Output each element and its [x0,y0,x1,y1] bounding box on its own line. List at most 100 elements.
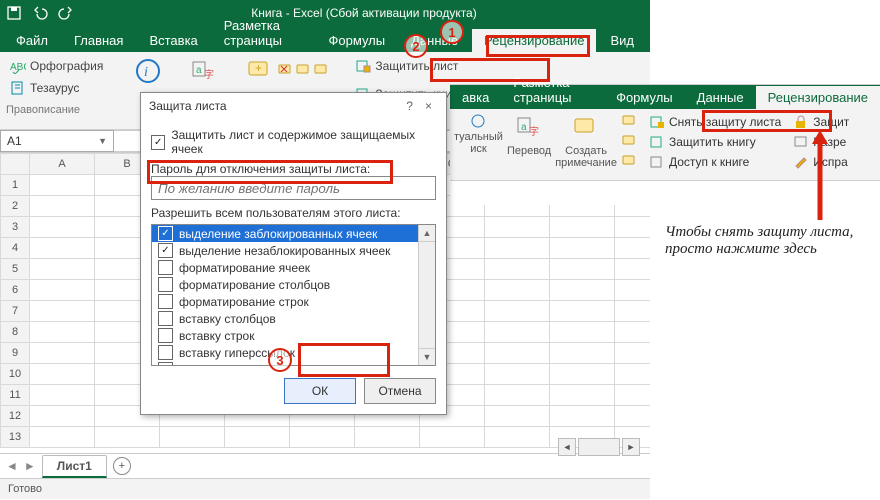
protect-workbook-button-2[interactable]: Защитить книгу [647,133,783,151]
cell[interactable] [615,238,651,259]
cell[interactable] [615,259,651,280]
scroll-down-icon[interactable]: ▼ [419,348,435,365]
cell[interactable] [30,238,95,259]
permission-item[interactable]: вставку строк [152,327,419,344]
cell[interactable] [550,259,615,280]
cell[interactable] [30,343,95,364]
checkbox-icon[interactable] [158,345,173,360]
sheet-tab-active[interactable]: Лист1 [42,455,107,478]
row-header[interactable]: 6 [1,280,30,301]
permission-item[interactable]: форматирование ячеек [152,259,419,276]
row-header[interactable]: 7 [1,301,30,322]
cell[interactable] [485,385,550,406]
sheet-nav-next-icon[interactable]: ► [24,459,36,473]
unprotect-sheet-button[interactable]: Снять защиту листа [647,113,783,131]
cell[interactable] [615,301,651,322]
new-comment-2[interactable]: Создать примечание [555,113,617,169]
checkbox-icon[interactable]: ✓ [158,243,173,258]
cell[interactable] [485,322,550,343]
scroll-track[interactable] [578,438,620,456]
cell[interactable] [485,364,550,385]
checkbox-icon[interactable] [158,311,173,326]
add-sheet-button[interactable]: + [113,457,131,475]
checkbox-icon[interactable] [158,277,173,292]
next-comment-icon[interactable] [313,62,329,78]
redo-icon[interactable] [58,5,74,21]
cell[interactable] [615,406,651,427]
undo-icon[interactable] [32,5,48,21]
row-header[interactable]: 4 [1,238,30,259]
dialog-titlebar[interactable]: Защита листа ? × [141,93,446,119]
cell[interactable] [615,364,651,385]
protect-contents-checkbox-row[interactable]: ✓ Защитить лист и содержимое защищаемых … [151,128,436,156]
cell[interactable] [615,343,651,364]
chevron-down-icon[interactable]: ▼ [98,136,107,146]
tab-layout[interactable]: Разметка страницы [212,14,315,52]
password-input[interactable] [151,176,436,200]
cell[interactable] [550,217,615,238]
cell[interactable] [355,427,420,448]
tab2-layout[interactable]: Разметка страницы [501,71,604,109]
cell[interactable] [550,364,615,385]
prev-comment-icon[interactable] [295,62,311,78]
permissions-listbox[interactable]: ✓выделение заблокированных ячеек✓выделен… [151,224,436,366]
cell[interactable] [30,385,95,406]
delete-comment-icon[interactable] [277,62,293,78]
tab-file[interactable]: Файл [4,29,60,52]
cell[interactable] [615,322,651,343]
cell[interactable] [550,280,615,301]
tab2-data[interactable]: Данные [685,86,756,109]
cell[interactable] [30,364,95,385]
permission-item[interactable]: ✓выделение незаблокированных ячеек [152,242,419,259]
row-header[interactable]: 2 [1,196,30,217]
prev-comment-icon-2[interactable] [621,133,637,149]
cell[interactable] [550,343,615,364]
checkbox-icon[interactable]: ✓ [158,226,173,241]
sheet-nav-prev-icon[interactable]: ◄ [6,459,18,473]
cell[interactable] [615,385,651,406]
cell[interactable] [30,259,95,280]
cell[interactable] [290,427,355,448]
row-header[interactable]: 10 [1,364,30,385]
smart-lookup-2[interactable]: туальный иск [454,113,503,155]
cell[interactable] [160,427,225,448]
dialog-close-button[interactable]: × [419,99,438,113]
permission-item[interactable]: форматирование столбцов [152,276,419,293]
tab2-insert[interactable]: авка [450,86,501,109]
cell[interactable] [485,280,550,301]
tab2-formulas[interactable]: Формулы [604,86,685,109]
permission-item[interactable]: ✓выделение заблокированных ячеек [152,225,419,242]
save-icon[interactable] [6,5,22,21]
cell[interactable] [30,196,95,217]
cell[interactable] [485,301,550,322]
scroll-left-icon[interactable]: ◄ [558,438,576,456]
row-header[interactable]: 8 [1,322,30,343]
cell[interactable] [485,406,550,427]
row-header[interactable]: 13 [1,427,30,448]
row-header[interactable]: 9 [1,343,30,364]
row-header[interactable]: 5 [1,259,30,280]
spellcheck-button[interactable]: ABC Орфография [6,56,107,76]
permission-item[interactable]: вставку столбцов [152,310,419,327]
checkbox-icon[interactable]: ✓ [151,135,165,150]
column-header[interactable]: A [30,154,95,175]
cell[interactable] [30,322,95,343]
cell[interactable] [30,406,95,427]
cell[interactable] [485,238,550,259]
checkbox-icon[interactable] [158,260,173,275]
cell[interactable] [420,427,485,448]
smart-lookup[interactable]: i [133,56,163,86]
cancel-button[interactable]: Отмена [364,378,436,404]
cell[interactable] [30,280,95,301]
cell[interactable] [225,427,290,448]
cell[interactable] [30,175,95,196]
tab-insert[interactable]: Вставка [137,29,209,52]
cell[interactable] [485,427,550,448]
share-workbook-button[interactable]: Доступ к книге [647,153,783,171]
cell[interactable] [615,280,651,301]
new-comment-icon[interactable]: + [245,56,275,86]
thesaurus-button[interactable]: Тезаурус [6,78,107,98]
translate-2[interactable]: a字 Перевод [507,113,551,157]
tab2-review[interactable]: Рецензирование [756,86,880,109]
cell[interactable] [30,301,95,322]
